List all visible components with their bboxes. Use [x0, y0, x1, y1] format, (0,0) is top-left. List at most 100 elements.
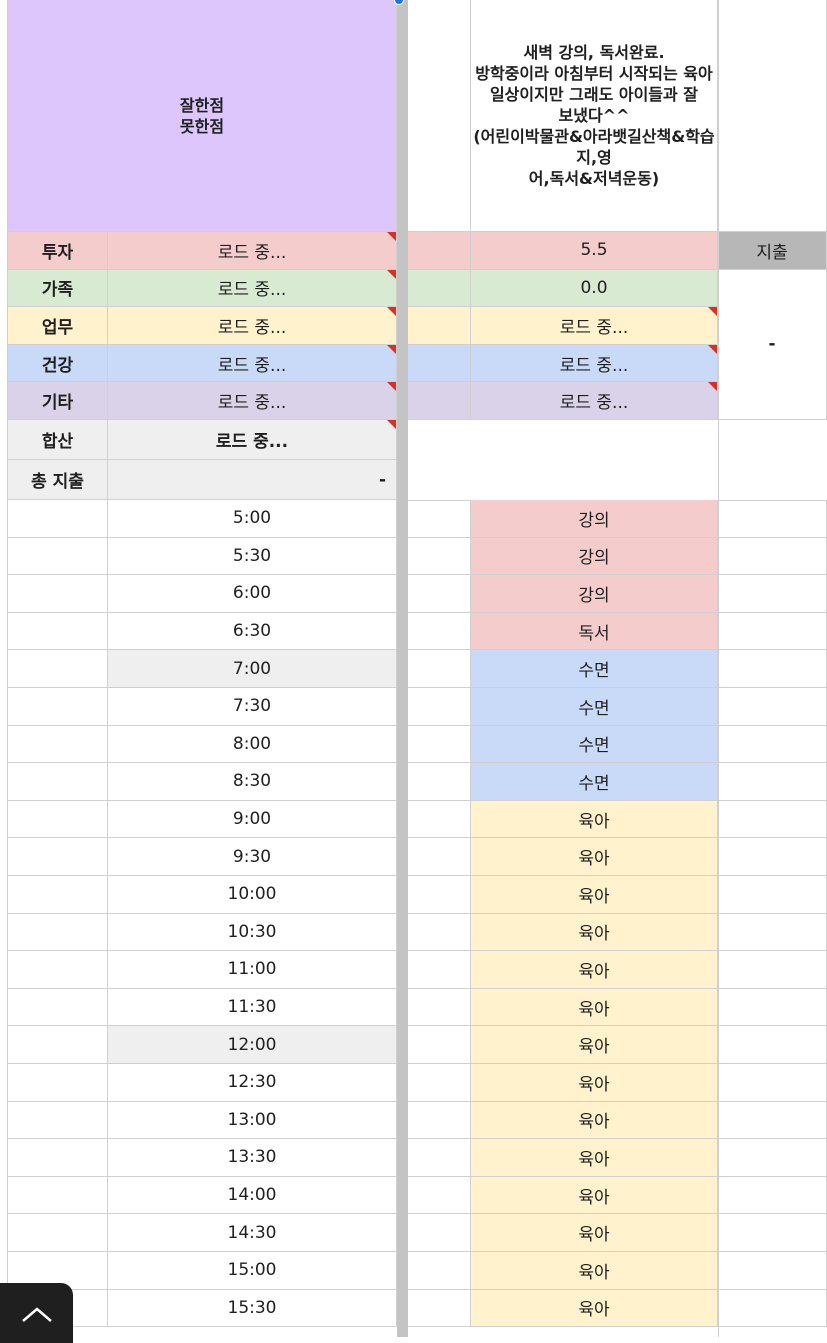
- expense-header[interactable]: 지출: [718, 232, 827, 270]
- schedule-right-cell[interactable]: [718, 1101, 827, 1140]
- total-value[interactable]: 로드 중...: [108, 420, 397, 460]
- schedule-spacer[interactable]: [408, 1026, 471, 1064]
- activity-cell[interactable]: 육아: [471, 988, 718, 1027]
- activity-cell[interactable]: 수면: [471, 763, 718, 801]
- category-spacer[interactable]: [408, 269, 471, 308]
- expense-value[interactable]: -: [718, 269, 827, 420]
- schedule-right-cell[interactable]: [718, 500, 827, 538]
- schedule-label-cell[interactable]: [8, 1064, 108, 1102]
- total-label[interactable]: 합산: [8, 420, 108, 460]
- schedule-right-cell[interactable]: [718, 725, 827, 764]
- category-day-value[interactable]: 5.5: [471, 232, 718, 270]
- time-cell[interactable]: 12:30: [108, 1064, 397, 1102]
- schedule-spacer[interactable]: [408, 612, 471, 651]
- schedule-right-cell[interactable]: [718, 876, 827, 914]
- activity-cell[interactable]: 강의: [471, 537, 718, 576]
- category-spacer[interactable]: [408, 232, 471, 270]
- expense-total-label[interactable]: 총 지출: [8, 460, 108, 500]
- time-cell[interactable]: 12:00: [108, 1026, 397, 1064]
- time-cell[interactable]: 5:30: [108, 537, 397, 576]
- category-spacer[interactable]: [408, 307, 471, 345]
- schedule-right-cell[interactable]: [718, 763, 827, 801]
- diary-cell[interactable]: 새벽 강의, 독서완료. 방학중이라 아침부터 시작되는 육아 일상이지만 그래…: [471, 0, 718, 232]
- schedule-spacer[interactable]: [408, 1139, 471, 1177]
- schedule-right-cell[interactable]: [718, 537, 827, 576]
- category-label[interactable]: 업무: [8, 307, 108, 345]
- schedule-spacer[interactable]: [408, 988, 471, 1027]
- schedule-spacer[interactable]: [408, 1214, 471, 1252]
- activity-cell[interactable]: 육아: [471, 800, 718, 839]
- header-right-empty[interactable]: [718, 0, 827, 232]
- activity-cell[interactable]: 육아: [471, 1139, 718, 1177]
- time-cell[interactable]: 14:30: [108, 1214, 397, 1252]
- category-label[interactable]: 투자: [8, 232, 108, 270]
- frozen-column-divider[interactable]: [397, 0, 408, 1337]
- schedule-spacer[interactable]: [408, 537, 471, 576]
- time-cell[interactable]: 11:30: [108, 988, 397, 1027]
- schedule-right-cell[interactable]: [718, 1289, 827, 1328]
- activity-cell[interactable]: 수면: [471, 725, 718, 764]
- schedule-label-cell[interactable]: [8, 612, 108, 651]
- schedule-right-cell[interactable]: [718, 575, 827, 613]
- schedule-right-cell[interactable]: [718, 612, 827, 651]
- category-value[interactable]: 로드 중...: [108, 344, 397, 383]
- time-cell[interactable]: 8:30: [108, 763, 397, 801]
- time-cell[interactable]: 6:00: [108, 575, 397, 613]
- schedule-spacer[interactable]: [408, 951, 471, 989]
- header-empty-cell[interactable]: [408, 0, 471, 232]
- schedule-label-cell[interactable]: [8, 763, 108, 801]
- schedule-spacer[interactable]: [408, 800, 471, 839]
- category-day-value[interactable]: 0.0: [471, 269, 718, 308]
- schedule-right-cell[interactable]: [718, 1139, 827, 1177]
- time-cell[interactable]: 11:00: [108, 951, 397, 989]
- schedule-right-cell[interactable]: [718, 1176, 827, 1215]
- schedule-label-cell[interactable]: [8, 537, 108, 576]
- schedule-right-cell[interactable]: [718, 988, 827, 1027]
- activity-cell[interactable]: 육아: [471, 838, 718, 876]
- schedule-label-cell[interactable]: [8, 1139, 108, 1177]
- activity-cell[interactable]: 육아: [471, 1064, 718, 1102]
- category-label[interactable]: 가족: [8, 269, 108, 308]
- time-cell[interactable]: 13:00: [108, 1101, 397, 1140]
- activity-cell[interactable]: 육아: [471, 1252, 718, 1290]
- time-cell[interactable]: 10:30: [108, 913, 397, 952]
- time-cell[interactable]: 5:00: [108, 500, 397, 538]
- schedule-label-cell[interactable]: [8, 951, 108, 989]
- spreadsheet-grid[interactable]: 잘한점 못한점 새벽 강의, 독서완료. 방학중이라 아침부터 시작되는 육아 일…: [0, 0, 827, 1337]
- header-purple-cell[interactable]: 잘한점 못한점: [8, 0, 397, 232]
- schedule-label-cell[interactable]: [8, 800, 108, 839]
- time-cell[interactable]: 13:30: [108, 1139, 397, 1177]
- schedule-spacer[interactable]: [408, 763, 471, 801]
- schedule-label-cell[interactable]: [8, 1176, 108, 1215]
- time-cell[interactable]: 9:00: [108, 800, 397, 839]
- category-label[interactable]: 건강: [8, 344, 108, 383]
- activity-cell[interactable]: 육아: [471, 1026, 718, 1064]
- schedule-spacer[interactable]: [408, 838, 471, 876]
- schedule-right-cell[interactable]: [718, 650, 827, 688]
- time-cell[interactable]: 14:00: [108, 1176, 397, 1215]
- schedule-right-cell[interactable]: [718, 1064, 827, 1102]
- schedule-spacer[interactable]: [408, 1252, 471, 1290]
- schedule-label-cell[interactable]: [8, 500, 108, 538]
- activity-cell[interactable]: 육아: [471, 951, 718, 989]
- time-cell[interactable]: 15:30: [108, 1289, 397, 1328]
- time-cell[interactable]: 7:30: [108, 688, 397, 726]
- category-day-value[interactable]: 로드 중...: [471, 344, 718, 383]
- schedule-spacer[interactable]: [408, 913, 471, 952]
- schedule-right-cell[interactable]: [718, 1214, 827, 1252]
- schedule-label-cell[interactable]: [8, 1101, 108, 1140]
- schedule-label-cell[interactable]: [8, 575, 108, 613]
- activity-cell[interactable]: 강의: [471, 500, 718, 538]
- schedule-spacer[interactable]: [408, 688, 471, 726]
- time-cell[interactable]: 8:00: [108, 725, 397, 764]
- category-spacer[interactable]: [408, 382, 471, 420]
- schedule-spacer[interactable]: [408, 876, 471, 914]
- schedule-label-cell[interactable]: [8, 876, 108, 914]
- category-label[interactable]: 기타: [8, 382, 108, 420]
- schedule-spacer[interactable]: [408, 650, 471, 688]
- schedule-right-cell[interactable]: [718, 688, 827, 726]
- schedule-label-cell[interactable]: [8, 688, 108, 726]
- schedule-spacer[interactable]: [408, 725, 471, 764]
- schedule-label-cell[interactable]: [8, 838, 108, 876]
- schedule-spacer[interactable]: [408, 1064, 471, 1102]
